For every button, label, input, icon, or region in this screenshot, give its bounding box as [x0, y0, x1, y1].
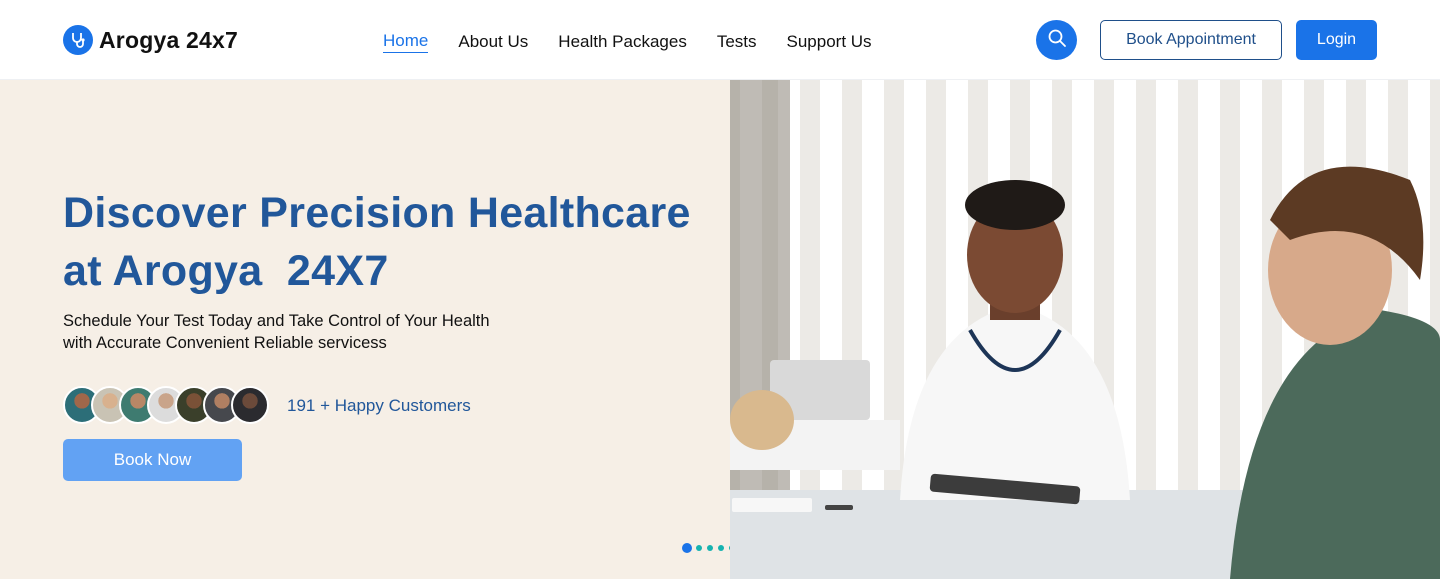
- hero-doctor-patient-image: [730, 80, 1440, 579]
- happy-customers-count: 191 + Happy Customers: [287, 396, 471, 415]
- nav-item-health-packages[interactable]: Health Packages: [558, 31, 687, 53]
- carousel-dot[interactable]: [718, 545, 724, 551]
- brand-name: Arogya 24x7: [99, 26, 238, 53]
- carousel-dot[interactable]: [696, 545, 702, 551]
- stethoscope-icon: [63, 25, 93, 55]
- hero-subtitle: Schedule Your Test Today and Take Contro…: [63, 310, 583, 354]
- carousel-dot[interactable]: [682, 543, 692, 553]
- avatar: [231, 386, 269, 424]
- search-button[interactable]: [1036, 20, 1077, 60]
- carousel-dot[interactable]: [707, 545, 713, 551]
- hero-title: Discover Precision Healthcare at Arogya …: [63, 184, 703, 300]
- nav-item-about-us[interactable]: About Us: [458, 31, 528, 53]
- book-now-button[interactable]: Book Now: [63, 439, 242, 481]
- hero-section: Discover Precision Healthcare at Arogya …: [0, 80, 757, 579]
- nav-item-home[interactable]: Home: [383, 30, 429, 53]
- hero-title-line2: at Arogya 24X7: [63, 247, 389, 295]
- main-nav: Home About Us Health Packages Tests Supp…: [383, 30, 902, 53]
- search-icon: [1047, 28, 1067, 53]
- hero-subtitle-line2: with Accurate Convenient Reliable servic…: [63, 334, 387, 352]
- site-header: Arogya 24x7 Home About Us Health Package…: [0, 0, 1440, 80]
- nav-item-support-us[interactable]: Support Us: [787, 31, 872, 53]
- book-appointment-button[interactable]: Book Appointment: [1100, 20, 1282, 60]
- login-button[interactable]: Login: [1296, 20, 1377, 60]
- hero-subtitle-line1: Schedule Your Test Today and Take Contro…: [63, 312, 490, 330]
- nav-item-tests[interactable]: Tests: [717, 31, 757, 53]
- hero-title-line1: Discover Precision Healthcare: [63, 189, 691, 237]
- brand-logo[interactable]: Arogya 24x7: [63, 25, 238, 55]
- customer-avatars: [63, 386, 269, 424]
